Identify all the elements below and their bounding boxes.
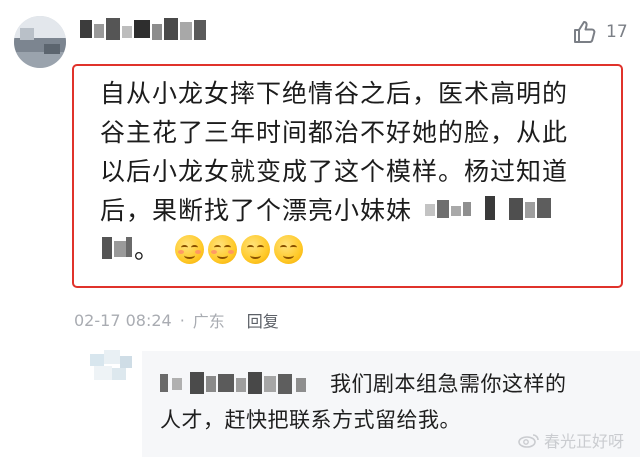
reply-line: 我们剧本组急需你这样的: [330, 372, 567, 396]
comment-line: 以后小龙女就变成了这个模样。杨过知道: [100, 157, 569, 186]
blush-face-emoji: [174, 234, 204, 264]
blush-face-emoji: [207, 234, 237, 264]
comment-thread: 17 自从小龙女摔下绝情谷之后，医术高明的 谷主花了三年时间都治不好她的脸，从此…: [0, 0, 640, 457]
mentioned-user-redacted[interactable]: [421, 196, 569, 222]
comment-meta: 02-17 08:24 · 广东 回复: [74, 308, 279, 332]
comment-line: 谷主花了三年时间都治不好她的脸，从此: [100, 118, 569, 147]
reply-username-redacted[interactable]: [160, 370, 318, 396]
watermark-text: 春光正好呀: [544, 432, 625, 451]
reply-avatar-redacted[interactable]: [90, 350, 134, 390]
comment-body: 自从小龙女摔下绝情谷之后，医术高明的 谷主花了三年时间都治不好她的脸，从此 以后…: [100, 74, 620, 269]
reply-button[interactable]: 回复: [247, 308, 279, 332]
thumbs-up-icon: [574, 21, 596, 43]
mentioned-user-redacted-tail: [100, 235, 134, 261]
comment-location: 广东: [192, 312, 225, 331]
comment-line: 后，果断找了个漂亮小妹妹: [100, 196, 413, 225]
weibo-logo-icon: [518, 434, 539, 448]
user-avatar[interactable]: [14, 16, 66, 68]
like-count: 17: [606, 22, 628, 42]
emoji-group: [174, 234, 303, 264]
watermark: 春光正好呀: [518, 428, 624, 452]
reply-body: 我们剧本组急需你这样的 人才，赶快把联系方式留给我。: [160, 366, 630, 432]
meta-separator: ·: [179, 310, 185, 330]
username-redacted[interactable]: [80, 16, 206, 46]
comment-date: 02-17 08:24: [74, 310, 172, 330]
smile-face-emoji: [240, 234, 270, 264]
like-button[interactable]: 17: [572, 18, 628, 46]
comment-line: 自从小龙女摔下绝情谷之后，医术高明的: [100, 79, 569, 108]
reply-line: 人才，赶快把联系方式留给我。: [160, 408, 461, 432]
comment-period: 。: [134, 235, 161, 264]
smile-face-emoji: [273, 234, 303, 264]
